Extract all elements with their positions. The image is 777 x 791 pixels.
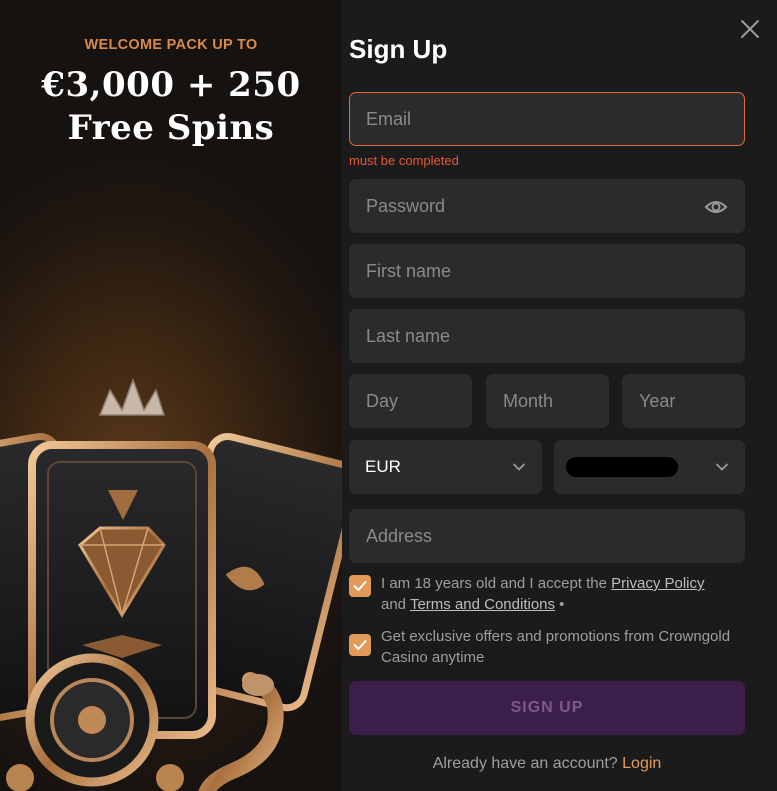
promo-hero: WELCOME PACK UP TO €3,000 + 250 Free Spi… xyxy=(0,0,342,791)
day-field[interactable] xyxy=(350,375,471,427)
last-name-field-wrapper xyxy=(349,309,745,363)
login-prompt-text: Already have an account? xyxy=(432,755,623,772)
privacy-policy-link[interactable]: Privacy Policy xyxy=(611,575,704,592)
promo-title: €3,000 + 250 Free Spins xyxy=(0,64,342,150)
login-link[interactable]: Login xyxy=(622,755,661,772)
crown-icon xyxy=(98,377,166,416)
first-name-field-wrapper xyxy=(349,244,745,298)
country-select[interactable] xyxy=(554,440,745,494)
year-field[interactable] xyxy=(623,375,744,427)
checkmark-icon xyxy=(353,640,367,650)
eye-icon[interactable] xyxy=(704,196,728,218)
offers-consent-text: Get exclusive offers and promotions from… xyxy=(381,628,731,666)
last-name-field[interactable] xyxy=(350,310,744,362)
password-field-wrapper xyxy=(349,179,745,233)
age-consent-and: and xyxy=(381,596,410,613)
terms-link[interactable]: Terms and Conditions xyxy=(410,596,555,613)
email-error-text: must be completed xyxy=(349,153,459,168)
email-field-wrapper xyxy=(349,92,745,146)
signup-button[interactable]: SIGN UP xyxy=(349,681,745,735)
checkmark-icon xyxy=(353,581,367,591)
email-field[interactable] xyxy=(350,93,744,145)
first-name-field[interactable] xyxy=(350,245,744,297)
required-mark: • xyxy=(555,596,565,613)
age-consent-text: I am 18 years old and I accept the Priva… xyxy=(381,573,751,615)
signup-panel: Sign Up must be completed EUR xyxy=(342,0,777,791)
chevron-down-icon xyxy=(716,463,728,471)
address-field[interactable] xyxy=(350,510,744,562)
day-field-wrapper xyxy=(349,374,472,428)
password-field[interactable] xyxy=(350,180,744,232)
page-title: Sign Up xyxy=(349,34,448,64)
casino-artwork xyxy=(0,377,342,791)
promo-amount: €3,000 + 250 xyxy=(41,65,301,105)
redacted-value xyxy=(566,457,678,477)
promo-spins: Free Spins xyxy=(67,108,275,148)
chevron-down-icon xyxy=(513,463,525,471)
month-field[interactable] xyxy=(487,375,608,427)
age-consent-prefix: I am 18 years old and I accept the xyxy=(381,575,612,592)
currency-value: EUR xyxy=(365,457,401,476)
month-field-wrapper xyxy=(486,374,609,428)
promo-kicker: WELCOME PACK UP TO xyxy=(84,37,258,53)
offers-consent-checkbox[interactable] xyxy=(349,634,371,656)
age-consent-checkbox[interactable] xyxy=(349,575,371,597)
login-prompt: Already have an account? Login xyxy=(349,755,745,773)
address-field-wrapper xyxy=(349,509,745,563)
year-field-wrapper xyxy=(622,374,745,428)
currency-select[interactable]: EUR xyxy=(349,440,542,494)
close-icon[interactable] xyxy=(737,16,763,42)
